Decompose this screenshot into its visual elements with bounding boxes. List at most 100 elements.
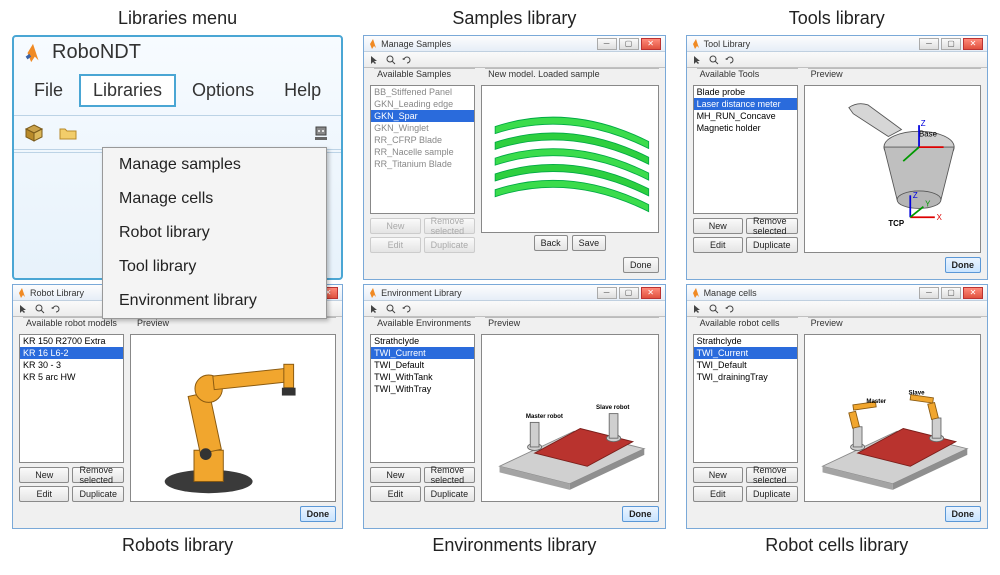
duplicate-button[interactable]: Duplicate [746, 486, 798, 502]
zoom-icon[interactable] [35, 304, 45, 314]
done-button[interactable]: Done [623, 257, 659, 273]
environments-list[interactable]: StrathclydeTWI_CurrentTWI_DefaultTWI_Wit… [370, 334, 475, 463]
cursor-icon[interactable] [370, 55, 380, 65]
list-item[interactable]: KR 5 arc HW [20, 371, 123, 383]
remove-button[interactable]: Remove selected [72, 467, 124, 483]
minimize-button[interactable]: ─ [597, 287, 617, 299]
cursor-icon[interactable] [693, 55, 703, 65]
list-item[interactable]: RR_CFRP Blade [371, 134, 474, 146]
list-item[interactable]: GKN_Winglet [371, 122, 474, 134]
list-item[interactable]: TWI_Default [694, 359, 797, 371]
cube-icon[interactable] [24, 123, 44, 143]
list-item[interactable]: Strathclyde [371, 335, 474, 347]
remove-button[interactable]: Remove selected [424, 467, 476, 483]
list-item[interactable]: KR 30 - 3 [20, 359, 123, 371]
zoom-icon[interactable] [386, 55, 396, 65]
menu-file[interactable]: File [20, 74, 77, 107]
list-item[interactable]: MH_RUN_Concave [694, 110, 797, 122]
edit-button[interactable]: Edit [693, 486, 743, 502]
list-item[interactable]: GKN_Spar [371, 110, 474, 122]
minimize-button[interactable]: ─ [919, 287, 939, 299]
rotate-icon[interactable] [402, 55, 412, 65]
remove-button[interactable]: Remove selected [746, 467, 798, 483]
tools-list[interactable]: Blade probeLaser distance meterMH_RUN_Co… [693, 85, 798, 214]
close-button[interactable]: ✕ [641, 38, 661, 50]
close-button[interactable]: ✕ [641, 287, 661, 299]
cells-list[interactable]: StrathclydeTWI_CurrentTWI_DefaultTWI_dra… [693, 334, 798, 463]
minimize-button[interactable]: ─ [597, 38, 617, 50]
done-button[interactable]: Done [945, 506, 982, 522]
cursor-icon[interactable] [693, 304, 703, 314]
list-item[interactable]: Magnetic holder [694, 122, 797, 134]
caption-robots: Robots library [12, 533, 343, 558]
list-item[interactable]: TWI_Default [371, 359, 474, 371]
list-item[interactable]: KR 16 L6-2 [20, 347, 123, 359]
new-button[interactable]: New [693, 467, 743, 483]
menu-options[interactable]: Options [178, 74, 268, 107]
done-button[interactable]: Done [945, 257, 982, 273]
new-button[interactable]: New [19, 467, 69, 483]
remove-button[interactable]: Remove selected [424, 218, 476, 234]
samples-list[interactable]: BB_Stiffened PanelGKN_Leading edgeGKN_Sp… [370, 85, 475, 214]
duplicate-button[interactable]: Duplicate [424, 486, 476, 502]
dropdown-manage-cells[interactable]: Manage cells [103, 182, 326, 216]
remove-button[interactable]: Remove selected [746, 218, 798, 234]
list-item[interactable]: RR_Titanium Blade [371, 158, 474, 170]
rotate-icon[interactable] [725, 55, 735, 65]
list-item[interactable]: BB_Stiffened Panel [371, 86, 474, 98]
list-item[interactable]: GKN_Leading edge [371, 98, 474, 110]
save-button[interactable]: Save [572, 235, 607, 251]
list-item[interactable]: TWI_WithTray [371, 383, 474, 395]
list-item[interactable]: TWI_Current [694, 347, 797, 359]
duplicate-button[interactable]: Duplicate [746, 237, 798, 253]
list-item[interactable]: TWI_WithTank [371, 371, 474, 383]
svg-text:Slave robot: Slave robot [596, 404, 629, 411]
new-button[interactable]: New [370, 467, 420, 483]
done-button[interactable]: Done [300, 506, 337, 522]
list-item[interactable]: Blade probe [694, 86, 797, 98]
zoom-icon[interactable] [386, 304, 396, 314]
maximize-button[interactable]: ▢ [941, 38, 961, 50]
new-button[interactable]: New [693, 218, 743, 234]
menu-help[interactable]: Help [270, 74, 335, 107]
svg-text:Y: Y [925, 200, 931, 209]
rotate-icon[interactable] [725, 304, 735, 314]
dropdown-tool-library[interactable]: Tool library [103, 250, 326, 284]
robot-icon[interactable] [311, 123, 331, 143]
new-button[interactable]: New [370, 218, 420, 234]
cells-title: Manage cells [704, 288, 757, 298]
menu-libraries[interactable]: Libraries [79, 74, 176, 107]
rotate-icon[interactable] [402, 304, 412, 314]
cursor-icon[interactable] [370, 304, 380, 314]
dropdown-environment-library[interactable]: Environment library [103, 284, 326, 318]
dropdown-robot-library[interactable]: Robot library [103, 216, 326, 250]
maximize-button[interactable]: ▢ [619, 38, 639, 50]
edit-button[interactable]: Edit [693, 237, 743, 253]
back-button[interactable]: Back [534, 235, 568, 251]
robots-list[interactable]: KR 150 R2700 ExtraKR 16 L6-2KR 30 - 3KR … [19, 334, 124, 463]
rotate-icon[interactable] [51, 304, 61, 314]
close-button[interactable]: ✕ [963, 38, 983, 50]
duplicate-button[interactable]: Duplicate [72, 486, 124, 502]
list-item[interactable]: Strathclyde [694, 335, 797, 347]
list-item[interactable]: KR 150 R2700 Extra [20, 335, 123, 347]
list-item[interactable]: TWI_drainingTray [694, 371, 797, 383]
edit-button[interactable]: Edit [19, 486, 69, 502]
cursor-icon[interactable] [19, 304, 29, 314]
list-item[interactable]: Laser distance meter [694, 98, 797, 110]
dropdown-manage-samples[interactable]: Manage samples [103, 148, 326, 182]
maximize-button[interactable]: ▢ [941, 287, 961, 299]
list-item[interactable]: RR_Nacelle sample [371, 146, 474, 158]
edit-button[interactable]: Edit [370, 237, 420, 253]
main-toolbar [14, 116, 341, 150]
maximize-button[interactable]: ▢ [619, 287, 639, 299]
folder-icon[interactable] [58, 123, 78, 143]
duplicate-button[interactable]: Duplicate [424, 237, 476, 253]
minimize-button[interactable]: ─ [919, 38, 939, 50]
zoom-icon[interactable] [709, 55, 719, 65]
zoom-icon[interactable] [709, 304, 719, 314]
close-button[interactable]: ✕ [963, 287, 983, 299]
edit-button[interactable]: Edit [370, 486, 420, 502]
list-item[interactable]: TWI_Current [371, 347, 474, 359]
done-button[interactable]: Done [622, 506, 659, 522]
